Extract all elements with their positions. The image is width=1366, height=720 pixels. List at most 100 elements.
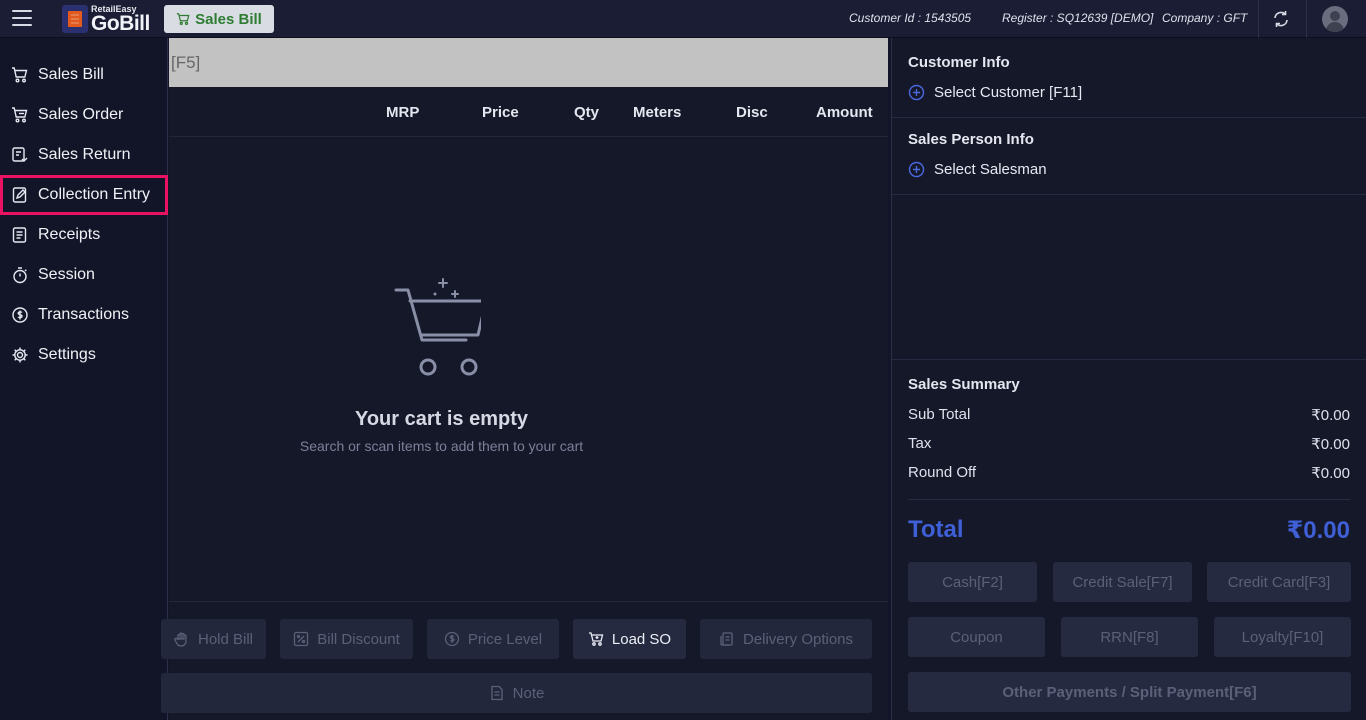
summary-row-tax: Tax ₹0.00: [908, 435, 1350, 453]
coupon-button[interactable]: Coupon: [908, 617, 1045, 657]
sales-summary-title: Sales Summary: [908, 376, 1020, 393]
column-disc: Disc: [736, 104, 768, 121]
summary-value: ₹0.00: [1311, 407, 1350, 424]
cash-button[interactable]: Cash[F2]: [908, 562, 1037, 602]
sidebar-item-collection-entry[interactable]: Collection Entry: [0, 175, 168, 215]
sidebar-item-label: Settings: [38, 346, 96, 363]
plus-circle-icon: [908, 161, 925, 178]
rrn-button[interactable]: RRN[F8]: [1061, 617, 1198, 657]
empty-cart-title: Your cart is empty: [354, 408, 529, 430]
note-icon: [491, 685, 503, 701]
total-label: Total: [908, 516, 964, 543]
credit-sale-button[interactable]: Credit Sale[F7]: [1053, 562, 1192, 602]
plus-circle-icon: [908, 84, 925, 101]
load-so-button[interactable]: Load SO: [573, 619, 686, 659]
other-payments-button[interactable]: Other Payments / Split Payment[F6]: [908, 672, 1351, 712]
right-panel: Customer Info Select Customer [F11] Sale…: [891, 38, 1366, 720]
loyalty-button[interactable]: Loyalty[F10]: [1214, 617, 1351, 657]
cart-icon: [177, 13, 190, 26]
sidebar-item-label: Sales Return: [38, 146, 131, 163]
return-icon: [12, 147, 28, 162]
discount-icon: [294, 631, 309, 647]
sidebar-item-label: Transactions: [38, 306, 129, 323]
credit-card-button[interactable]: Credit Card[F3]: [1207, 562, 1351, 602]
divider: [892, 359, 1366, 360]
sidebar-item-settings[interactable]: Settings: [0, 335, 168, 375]
sidebar-item-sales-return[interactable]: Sales Return: [0, 135, 168, 175]
hold-bill-label: Hold Bill: [197, 630, 254, 648]
sales-person-info-title: Sales Person Info: [908, 131, 1034, 148]
company-info: Company : GFT: [1162, 11, 1248, 25]
sidebar-item-label: Sales Order: [38, 106, 124, 123]
select-customer-button[interactable]: Select Customer [F11]: [908, 84, 1082, 101]
sidebar-item-session[interactable]: Session: [0, 255, 168, 295]
delivery-icon: [720, 632, 733, 646]
hamburger-menu-icon[interactable]: [12, 10, 32, 26]
logo-big-text: GoBill: [91, 12, 150, 35]
column-price: Price: [482, 104, 519, 121]
cart-area: [F5] MRP Price Qty Meters Disc Amount Yo…: [161, 38, 888, 720]
cart-order-icon: [12, 107, 28, 123]
sidebar: Sales Bill Sales Order Sales Return Coll…: [0, 38, 168, 720]
customer-id: Customer Id : 1543505: [849, 11, 972, 25]
bill-discount-button[interactable]: Bill Discount: [280, 619, 413, 659]
edit-doc-icon: [12, 187, 27, 203]
sales-bill-chip[interactable]: Sales Bill: [164, 5, 274, 33]
summary-row-subtotal: Sub Total ₹0.00: [908, 406, 1350, 424]
divider: [892, 117, 1366, 118]
customer-info-title: Customer Info: [908, 54, 1010, 71]
column-qty: Qty: [574, 104, 600, 121]
sidebar-item-receipts[interactable]: Receipts: [0, 215, 168, 255]
item-search-input[interactable]: [F5]: [169, 38, 888, 87]
cart-icon: [12, 67, 28, 83]
divider: [1306, 0, 1307, 38]
summary-label: Tax: [908, 435, 932, 452]
sidebar-item-label: Collection Entry: [38, 186, 151, 203]
cart-load-icon: [588, 632, 604, 646]
price-level-button[interactable]: Price Level: [427, 619, 559, 659]
register-info: Register : SQ12639 [DEMO]: [1002, 11, 1154, 25]
summary-label: Round Off: [908, 464, 977, 481]
cart-actions-bar: Hold Bill Bill Discount Price Level Load…: [161, 601, 888, 720]
column-amount: Amount: [816, 104, 873, 121]
column-mrp: MRP: [386, 104, 420, 121]
refresh-icon[interactable]: [1270, 8, 1292, 30]
total-row: Total ₹0.00: [908, 516, 1350, 545]
sales-bill-chip-label: Sales Bill: [195, 10, 262, 28]
price-tag-icon: [444, 631, 460, 647]
load-so-label: Load SO: [611, 630, 672, 648]
top-bar: RetailEasy GoBill Sales Bill Customer Id…: [0, 0, 1366, 38]
select-customer-label: Select Customer [F11]: [934, 84, 1083, 101]
hold-bill-button[interactable]: Hold Bill: [161, 619, 266, 659]
note-button[interactable]: Note: [161, 673, 872, 713]
bill-discount-label: Bill Discount: [317, 630, 400, 648]
sidebar-item-label: Receipts: [38, 226, 101, 243]
summary-value: ₹0.00: [1311, 465, 1350, 482]
gear-icon: [12, 347, 28, 363]
select-salesman-button[interactable]: Select Salesman: [908, 161, 1047, 178]
sidebar-item-label: Session: [38, 266, 95, 283]
summary-label: Sub Total: [908, 406, 971, 423]
select-salesman-label: Select Salesman: [934, 161, 1047, 178]
column-meters: Meters: [633, 104, 682, 121]
user-avatar[interactable]: [1322, 6, 1348, 32]
divider: [892, 194, 1366, 195]
note-label: Note: [512, 684, 545, 702]
logo-mark: [62, 5, 88, 33]
empty-cart-subtitle: Search or scan items to add them to your…: [299, 438, 584, 454]
sidebar-item-sales-order[interactable]: Sales Order: [0, 95, 168, 135]
cart-table-header: MRP Price Qty Meters Disc Amount: [169, 87, 888, 137]
summary-value: ₹0.00: [1311, 436, 1350, 453]
delivery-options-label: Delivery Options: [742, 630, 854, 648]
sidebar-item-label: Sales Bill: [38, 66, 104, 83]
divider: [908, 499, 1350, 500]
search-shortcut-hint: [F5]: [171, 53, 201, 72]
total-value: ₹0.00: [1286, 517, 1350, 544]
hand-icon: [174, 632, 187, 647]
sidebar-item-sales-bill[interactable]: Sales Bill: [0, 55, 168, 95]
delivery-options-button[interactable]: Delivery Options: [700, 619, 872, 659]
sidebar-item-transactions[interactable]: Transactions: [0, 295, 168, 335]
divider: [1258, 0, 1259, 38]
empty-cart-icon: [394, 278, 481, 376]
dollar-cycle-icon: [12, 307, 28, 323]
